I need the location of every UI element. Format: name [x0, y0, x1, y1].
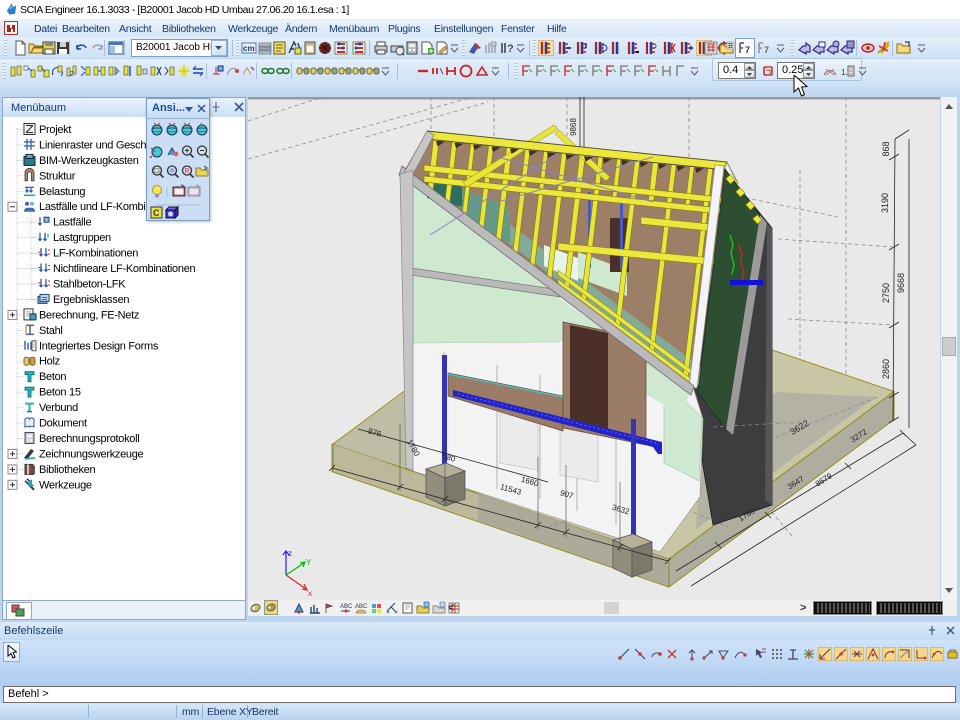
svg-text:z: z: [288, 549, 292, 558]
svg-text:Nichtlineare LF-Kombinationen: Nichtlineare LF-Kombinationen: [53, 263, 196, 275]
svg-text:Lastfälle: Lastfälle: [53, 217, 91, 229]
svg-text:Berechnung, FE-Netz: Berechnung, FE-Netz: [39, 309, 139, 321]
svg-text:Verbund: Verbund: [39, 402, 78, 414]
svg-text:Beton: Beton: [39, 371, 66, 383]
svg-text:Belastung: Belastung: [39, 186, 85, 198]
svg-text:Dokument: Dokument: [39, 418, 87, 430]
svg-text:cm: cm: [243, 44, 255, 53]
svg-text:x: x: [308, 589, 312, 598]
svg-text:Stahl: Stahl: [39, 325, 63, 337]
svg-text:Werkzeuge: Werkzeuge: [39, 479, 92, 491]
svg-text:2: 2: [70, 71, 74, 78]
svg-text:Y: Y: [306, 558, 312, 567]
svg-text:9668: 9668: [896, 273, 906, 293]
svg-text:9868: 9868: [569, 118, 578, 136]
svg-text:Projekt: Projekt: [39, 124, 71, 136]
svg-text:Stahlbeton-LFK: Stahlbeton-LFK: [53, 279, 126, 291]
svg-text:Zeichnungswerkzeuge: Zeichnungswerkzeuge: [39, 448, 144, 460]
svg-text:Bibliotheken: Bibliotheken: [39, 464, 96, 476]
svg-text:BIM-Werkzeugkasten: BIM-Werkzeugkasten: [39, 155, 139, 167]
svg-text:LF-Kombinationen: LF-Kombinationen: [53, 248, 138, 260]
svg-text:ABC: ABC: [355, 604, 368, 610]
svg-text:Holz: Holz: [39, 356, 60, 368]
svg-text:Lastgruppen: Lastgruppen: [53, 232, 111, 244]
svg-text:7: 7: [745, 45, 750, 55]
svg-text:2750: 2750: [881, 283, 891, 303]
svg-text:7: 7: [764, 45, 769, 55]
svg-text:ABC: ABC: [340, 604, 353, 610]
svg-text:R: R: [185, 168, 190, 175]
svg-text:Lastfälle und LF-Kombinat: Lastfälle und LF-Kombinat: [39, 201, 160, 213]
svg-text:1.: 1.: [841, 68, 848, 77]
svg-text:868: 868: [881, 141, 891, 156]
svg-text:Beton 15: Beton 15: [39, 387, 81, 399]
svg-text:3190: 3190: [880, 193, 890, 213]
svg-text:Struktur: Struktur: [39, 170, 76, 182]
svg-text:Berechnungsprotokoll: Berechnungsprotokoll: [39, 433, 139, 445]
svg-text:Integriertes Design Forms: Integriertes Design Forms: [39, 340, 159, 352]
svg-text:2860: 2860: [881, 359, 891, 379]
svg-text:Ergebnisklassen: Ergebnisklassen: [53, 294, 129, 306]
svg-text:C: C: [153, 208, 160, 218]
svg-text:?: ?: [507, 43, 514, 55]
